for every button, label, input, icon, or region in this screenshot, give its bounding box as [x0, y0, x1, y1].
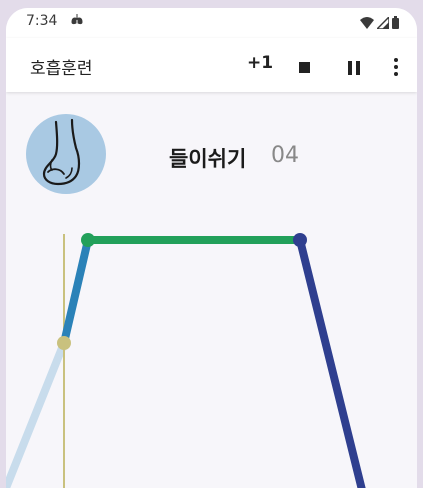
status-icons — [360, 16, 399, 29]
more-vert-icon[interactable] — [394, 58, 398, 76]
lungs-icon — [71, 14, 83, 28]
time-cursor-point — [57, 336, 71, 350]
status-bar: 7:34 — [6, 8, 417, 38]
wifi-icon — [360, 16, 374, 29]
battery-icon — [392, 16, 399, 29]
nose-icon — [26, 114, 106, 194]
hold-start-point — [81, 233, 95, 247]
phase-label: 들이쉬기 — [169, 147, 247, 171]
past-segment — [6, 339, 68, 488]
phase-count: 04 — [271, 143, 299, 168]
stop-icon[interactable] — [299, 62, 310, 73]
inhale-segment — [60, 236, 92, 347]
app-screen: 7:34 호흡훈련 +1 들이쉬기 04 — [6, 8, 417, 488]
add-one-button[interactable]: +1 — [247, 53, 273, 73]
pause-icon[interactable] — [348, 61, 360, 75]
breathing-chart — [6, 233, 366, 488]
exhale-segment — [296, 236, 366, 488]
app-title: 호흡훈련 — [30, 59, 93, 79]
app-toolbar: 호흡훈련 +1 — [6, 38, 417, 92]
exhale-start-point — [293, 233, 307, 247]
signal-icon — [377, 16, 389, 29]
status-time: 7:34 — [26, 13, 58, 29]
